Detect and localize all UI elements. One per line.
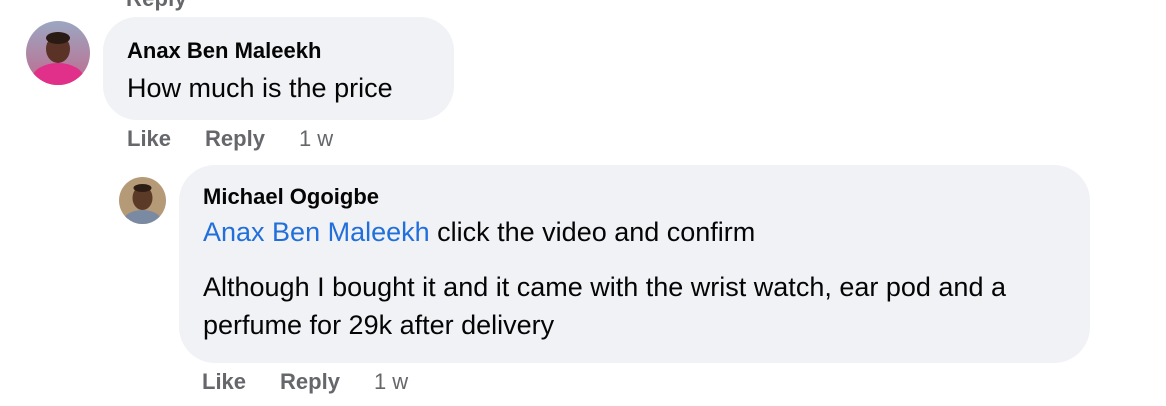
avatar-michael-ogoigbe[interactable] bbox=[119, 177, 166, 224]
comment-bubble: Anax Ben Maleekh How much is the price bbox=[103, 17, 454, 120]
reply-author[interactable]: Michael Ogoigbe bbox=[203, 183, 1066, 211]
reply-actions: Like Reply 1 w bbox=[202, 369, 408, 395]
reply-text-paragraph: Although I bought it and it came with th… bbox=[203, 272, 1006, 340]
comment-actions: Like Reply 1 w bbox=[127, 126, 333, 152]
previous-reply-link-partial[interactable]: Reply bbox=[126, 0, 187, 12]
comment-timestamp[interactable]: 1 w bbox=[299, 126, 333, 152]
reply-button[interactable]: Reply bbox=[205, 126, 265, 152]
like-button[interactable]: Like bbox=[127, 126, 171, 152]
mention-link[interactable]: Anax Ben Maleekh bbox=[203, 217, 430, 247]
comment-author[interactable]: Anax Ben Maleekh bbox=[127, 37, 454, 65]
previous-reply-label: Reply bbox=[126, 0, 187, 11]
comment-text: How much is the price bbox=[127, 73, 393, 103]
like-button[interactable]: Like bbox=[202, 369, 246, 395]
reply-bubble: Michael Ogoigbe Anax Ben Maleekh click t… bbox=[179, 165, 1090, 363]
reply-timestamp[interactable]: 1 w bbox=[374, 369, 408, 395]
reply-button[interactable]: Reply bbox=[280, 369, 340, 395]
reply-text-after-mention: click the video and confirm bbox=[429, 217, 756, 247]
reply-text-line: Anax Ben Maleekh click the video and con… bbox=[203, 213, 1066, 251]
avatar-anax-ben-maleekh[interactable] bbox=[26, 21, 90, 85]
